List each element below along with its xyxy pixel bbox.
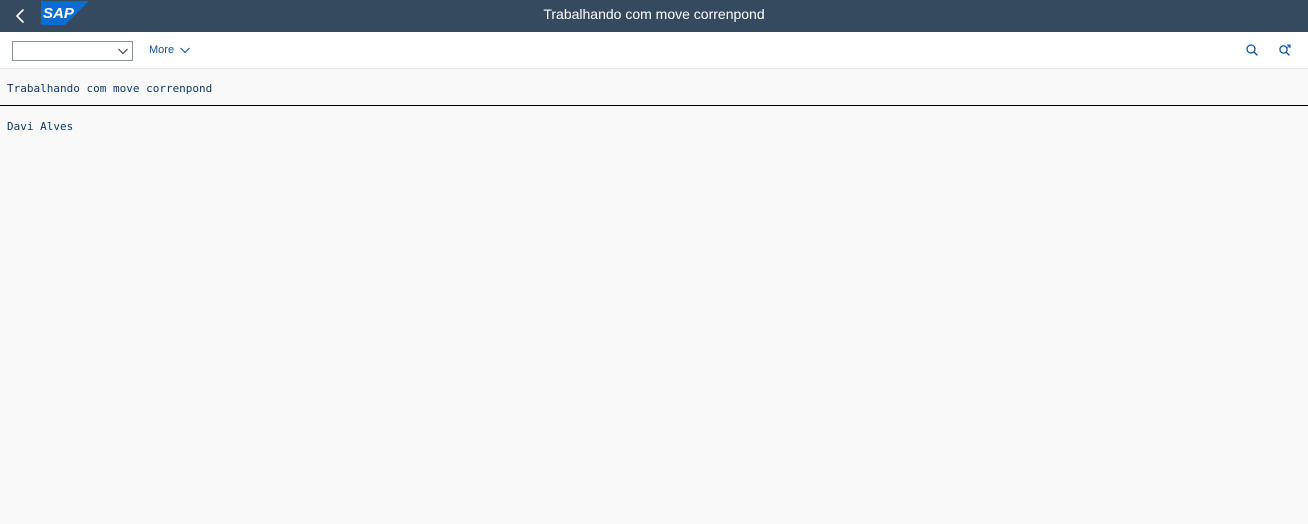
find-next-button[interactable] [1277,42,1293,58]
find-button[interactable] [1244,42,1260,58]
search-icon [1246,44,1258,56]
page-title: Trabalhando com move correnpond [543,6,765,22]
list-line: Davi Alves [7,120,74,133]
back-button[interactable] [10,5,32,27]
sap-logo[interactable]: SAP [41,1,89,25]
list-header: Trabalhando com move correnpond [7,82,213,95]
shell-bar: SAP Trabalhando com move correnpond [0,0,1308,32]
chevron-down-icon [118,48,128,55]
command-select[interactable] [12,41,133,61]
list-header-separator [0,105,1308,106]
sap-logo-text: SAP [43,5,75,22]
chevron-left-icon [16,9,24,23]
search-next-icon [1279,44,1291,56]
chevron-down-icon [180,47,190,54]
more-menu-label: More [149,44,175,56]
list-output: Trabalhando com move correnpond Davi Alv… [0,69,1308,524]
application-toolbar: More [0,32,1308,69]
